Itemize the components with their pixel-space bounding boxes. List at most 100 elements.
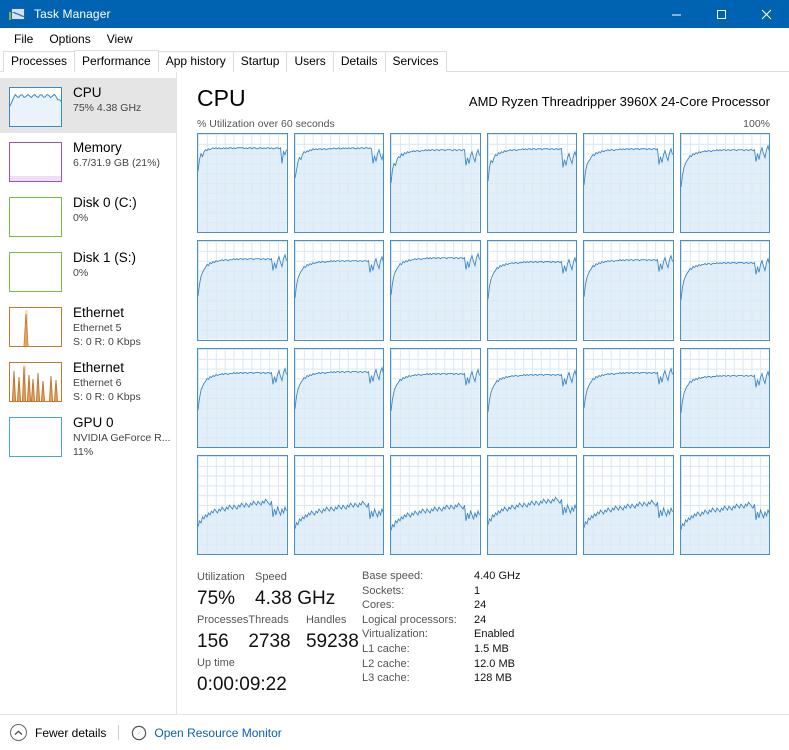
logical-processor-graph [583, 133, 674, 234]
logical-processor-graph [679, 240, 770, 341]
logical-processor-graph [197, 133, 288, 234]
cpu-usage-line [198, 134, 287, 233]
tab-details[interactable]: Details [332, 51, 386, 72]
sidebar-item-label: Ethernet [73, 305, 125, 320]
cpu-detail-row: Cores: 24 [362, 598, 520, 613]
sidebar-item-detail: Ethernet 5 [73, 322, 122, 334]
logical-processor-graph [679, 347, 770, 448]
cpu-usage-line [584, 134, 673, 233]
cpu-usage-line [294, 349, 383, 447]
menu-file[interactable]: File [6, 29, 41, 49]
status-divider [118, 725, 120, 740]
open-resource-monitor-link[interactable]: Open Resource Monitor [131, 725, 282, 741]
tab-startup[interactable]: Startup [232, 51, 288, 72]
cpu-usage-line [198, 241, 287, 340]
sidebar-item-detail-2: S: 0 R: 0 Kbps [73, 336, 141, 348]
stat-label-speed: Speed [255, 571, 287, 583]
axis-label-x: % Utilization over 60 seconds [197, 118, 335, 130]
close-button[interactable] [744, 0, 789, 28]
sidebar-item-gpu-0[interactable]: GPU 0 NVIDIA GeForce R... 11% [0, 408, 176, 463]
page-title: CPU [197, 85, 246, 111]
sidebar-item-disk-0-c[interactable]: Disk 0 (C:) 0% [0, 188, 176, 243]
sidebar-item-detail: Ethernet 6 [73, 377, 122, 389]
tab-users[interactable]: Users [286, 51, 334, 72]
cpu-detail-row: L2 cache: 12.0 MB [362, 657, 520, 672]
tab-processes[interactable]: Processes [3, 51, 76, 72]
sidebar-item-text: CPU 75% 4.38 GHz [73, 84, 141, 115]
sidebar-item-text: Disk 0 (C:) 0% [73, 194, 137, 225]
sidebar-mini-graph [9, 142, 62, 182]
resource-sidebar: CPU 75% 4.38 GHz Memory 6.7/31.9 GB (21%) Di… [0, 72, 177, 736]
status-bar: Fewer details Open Resource Monitor [0, 714, 789, 750]
resource-monitor-icon [131, 725, 147, 741]
stat-label-handles: Handles [305, 614, 347, 626]
cpu-usage-line [294, 134, 383, 233]
logical-processor-graph [197, 347, 288, 448]
cpu-usage-line [584, 241, 673, 340]
menu-view[interactable]: View [99, 29, 141, 49]
logical-processor-graph [583, 347, 674, 448]
logical-processor-graph [486, 454, 577, 555]
cpu-panel: CPU AMD Ryzen Threadripper 3960X 24-Core… [177, 72, 789, 736]
tab-performance[interactable]: Performance [74, 50, 159, 73]
cpu-usage-line [487, 241, 576, 340]
cpu-detail-key: Base speed: [362, 570, 424, 582]
sidebar-item-detail: 0% [73, 267, 89, 279]
cpu-detail-value: 24 [474, 599, 487, 612]
cpu-detail-row: L3 cache: 128 MB [362, 671, 520, 686]
minimize-button[interactable] [654, 0, 699, 28]
tab-app-history[interactable]: App history [157, 51, 234, 72]
sidebar-item-text: GPU 0 NVIDIA GeForce R... 11% [73, 414, 170, 459]
cpu-usage-line [680, 241, 769, 340]
sidebar-item-disk-1-s[interactable]: Disk 1 (S:) 0% [0, 243, 176, 298]
logical-processor-graph [293, 133, 384, 234]
cpu-detail-value: 1 [474, 584, 481, 597]
cpu-detail-value: 24 [474, 613, 487, 626]
cpu-usage-line [198, 456, 287, 554]
sidebar-item-label: CPU [73, 85, 102, 100]
tab-bar: Processes Performance App history Startu… [0, 50, 789, 73]
stat-value-processes: 156 [197, 631, 229, 652]
cpu-detail-value: Enabled [474, 628, 515, 641]
logical-processor-grid [197, 133, 770, 555]
sidebar-item-label: Disk 1 (S:) [73, 250, 137, 265]
logical-processor-graph [390, 454, 481, 555]
tab-services[interactable]: Services [384, 51, 447, 72]
sidebar-item-text: Ethernet Ethernet 5 S: 0 R: 0 Kbps [73, 304, 141, 349]
sidebar-item-ethernet[interactable]: Ethernet Ethernet 5 S: 0 R: 0 Kbps [0, 298, 176, 353]
stat-label-utilization: Utilization [197, 571, 245, 583]
stat-label-threads: Threads [248, 614, 289, 626]
logical-processor-graph [293, 240, 384, 341]
logical-processor-graph [583, 240, 674, 341]
stat-value-uptime: 0:00:09:22 [197, 674, 287, 695]
cpu-detail-value: 12.0 MB [474, 657, 515, 670]
cpu-detail-key: Virtualization: [362, 628, 428, 641]
sidebar-item-detail: 0% [73, 212, 89, 224]
cpu-usage-line [391, 456, 480, 554]
logical-processor-graph [293, 454, 384, 555]
maximize-button[interactable] [699, 0, 744, 28]
cpu-detail-row: Sockets: 1 [362, 584, 520, 599]
cpu-detail-key: Logical processors: [362, 613, 457, 626]
sidebar-item-ethernet[interactable]: Ethernet Ethernet 6 S: 0 R: 0 Kbps [0, 353, 176, 408]
sidebar-item-label: GPU 0 [73, 415, 114, 430]
logical-processor-graph [390, 347, 481, 448]
chevron-up-icon [10, 724, 27, 741]
sidebar-item-memory[interactable]: Memory 6.7/31.9 GB (21%) [0, 133, 176, 188]
logical-processor-graph [390, 240, 481, 341]
cpu-usage-line [391, 241, 480, 340]
sidebar-item-label: Memory [73, 140, 122, 155]
sidebar-item-cpu[interactable]: CPU 75% 4.38 GHz [0, 78, 176, 133]
stat-label-uptime: Up time [197, 657, 235, 669]
stat-value-utilization: 75% [197, 588, 236, 609]
cpu-detail-key: Cores: [362, 599, 395, 612]
fewer-details-button[interactable]: Fewer details [10, 724, 106, 741]
stat-value-speed: 4.38 GHz [255, 588, 336, 609]
sidebar-item-label: Disk 0 (C:) [73, 195, 137, 210]
sidebar-item-detail: 75% 4.38 GHz [73, 102, 142, 114]
sidebar-item-text: Ethernet Ethernet 6 S: 0 R: 0 Kbps [73, 359, 141, 404]
logical-processor-graph [679, 133, 770, 234]
cpu-detail-key: Sockets: [362, 584, 405, 597]
menu-options[interactable]: Options [41, 29, 98, 49]
cpu-usage-line [294, 456, 383, 554]
